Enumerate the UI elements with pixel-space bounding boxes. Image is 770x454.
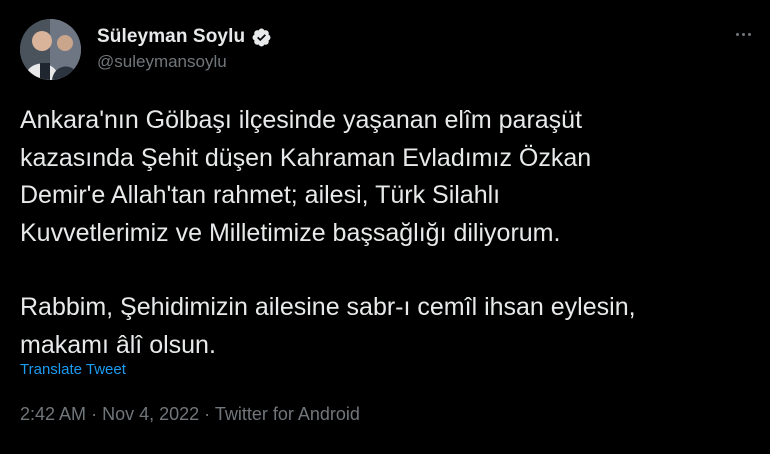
separator: · xyxy=(91,404,98,424)
dot xyxy=(747,32,751,36)
tweet-date[interactable]: Nov 4, 2022 xyxy=(102,404,199,424)
tweet-text-line: Rabbim, Şehidimizin ailesine sabr-ı cemî… xyxy=(20,293,636,321)
dot xyxy=(741,32,745,36)
separator: · xyxy=(204,404,211,424)
tweet-text-line: makamı âlî olsun. xyxy=(20,330,216,359)
tweet-text-line: Kuvvetlerimiz ve Milletimize başsağlığı … xyxy=(20,218,561,247)
more-options-icon[interactable] xyxy=(730,24,756,44)
tweet-text-line: Demir'e Allah'tan rahmet; ailesi, Türk S… xyxy=(20,181,501,209)
tweet-text-line: Ankara'nın Gölbaşı ilçesinde yaşanan elî… xyxy=(20,106,583,134)
verified-badge-icon xyxy=(251,27,272,48)
tweet-text: Ankara'nın Gölbaşı ilçesinde yaşanan elî… xyxy=(20,102,760,364)
dot xyxy=(735,32,739,36)
tweet-source[interactable]: Twitter for Android xyxy=(215,404,360,424)
tweet: Süleyman Soylu @suleymansoylu Ankara'nın… xyxy=(0,0,770,454)
author-display-name[interactable]: Süleyman Soylu xyxy=(97,26,245,48)
tweet-metadata: 2:42 AM · Nov 4, 2022 · Twitter for Andr… xyxy=(20,404,360,425)
author-name-row: Süleyman Soylu xyxy=(97,26,272,48)
translate-tweet-link[interactable]: Translate Tweet xyxy=(20,361,126,378)
tweet-text-line: kazasında Şehit düşen Kahraman Evladımız… xyxy=(20,143,592,172)
tweet-time[interactable]: 2:42 AM xyxy=(20,404,86,424)
author-handle[interactable]: @suleymansoylu xyxy=(97,52,227,72)
avatar[interactable] xyxy=(20,19,81,80)
